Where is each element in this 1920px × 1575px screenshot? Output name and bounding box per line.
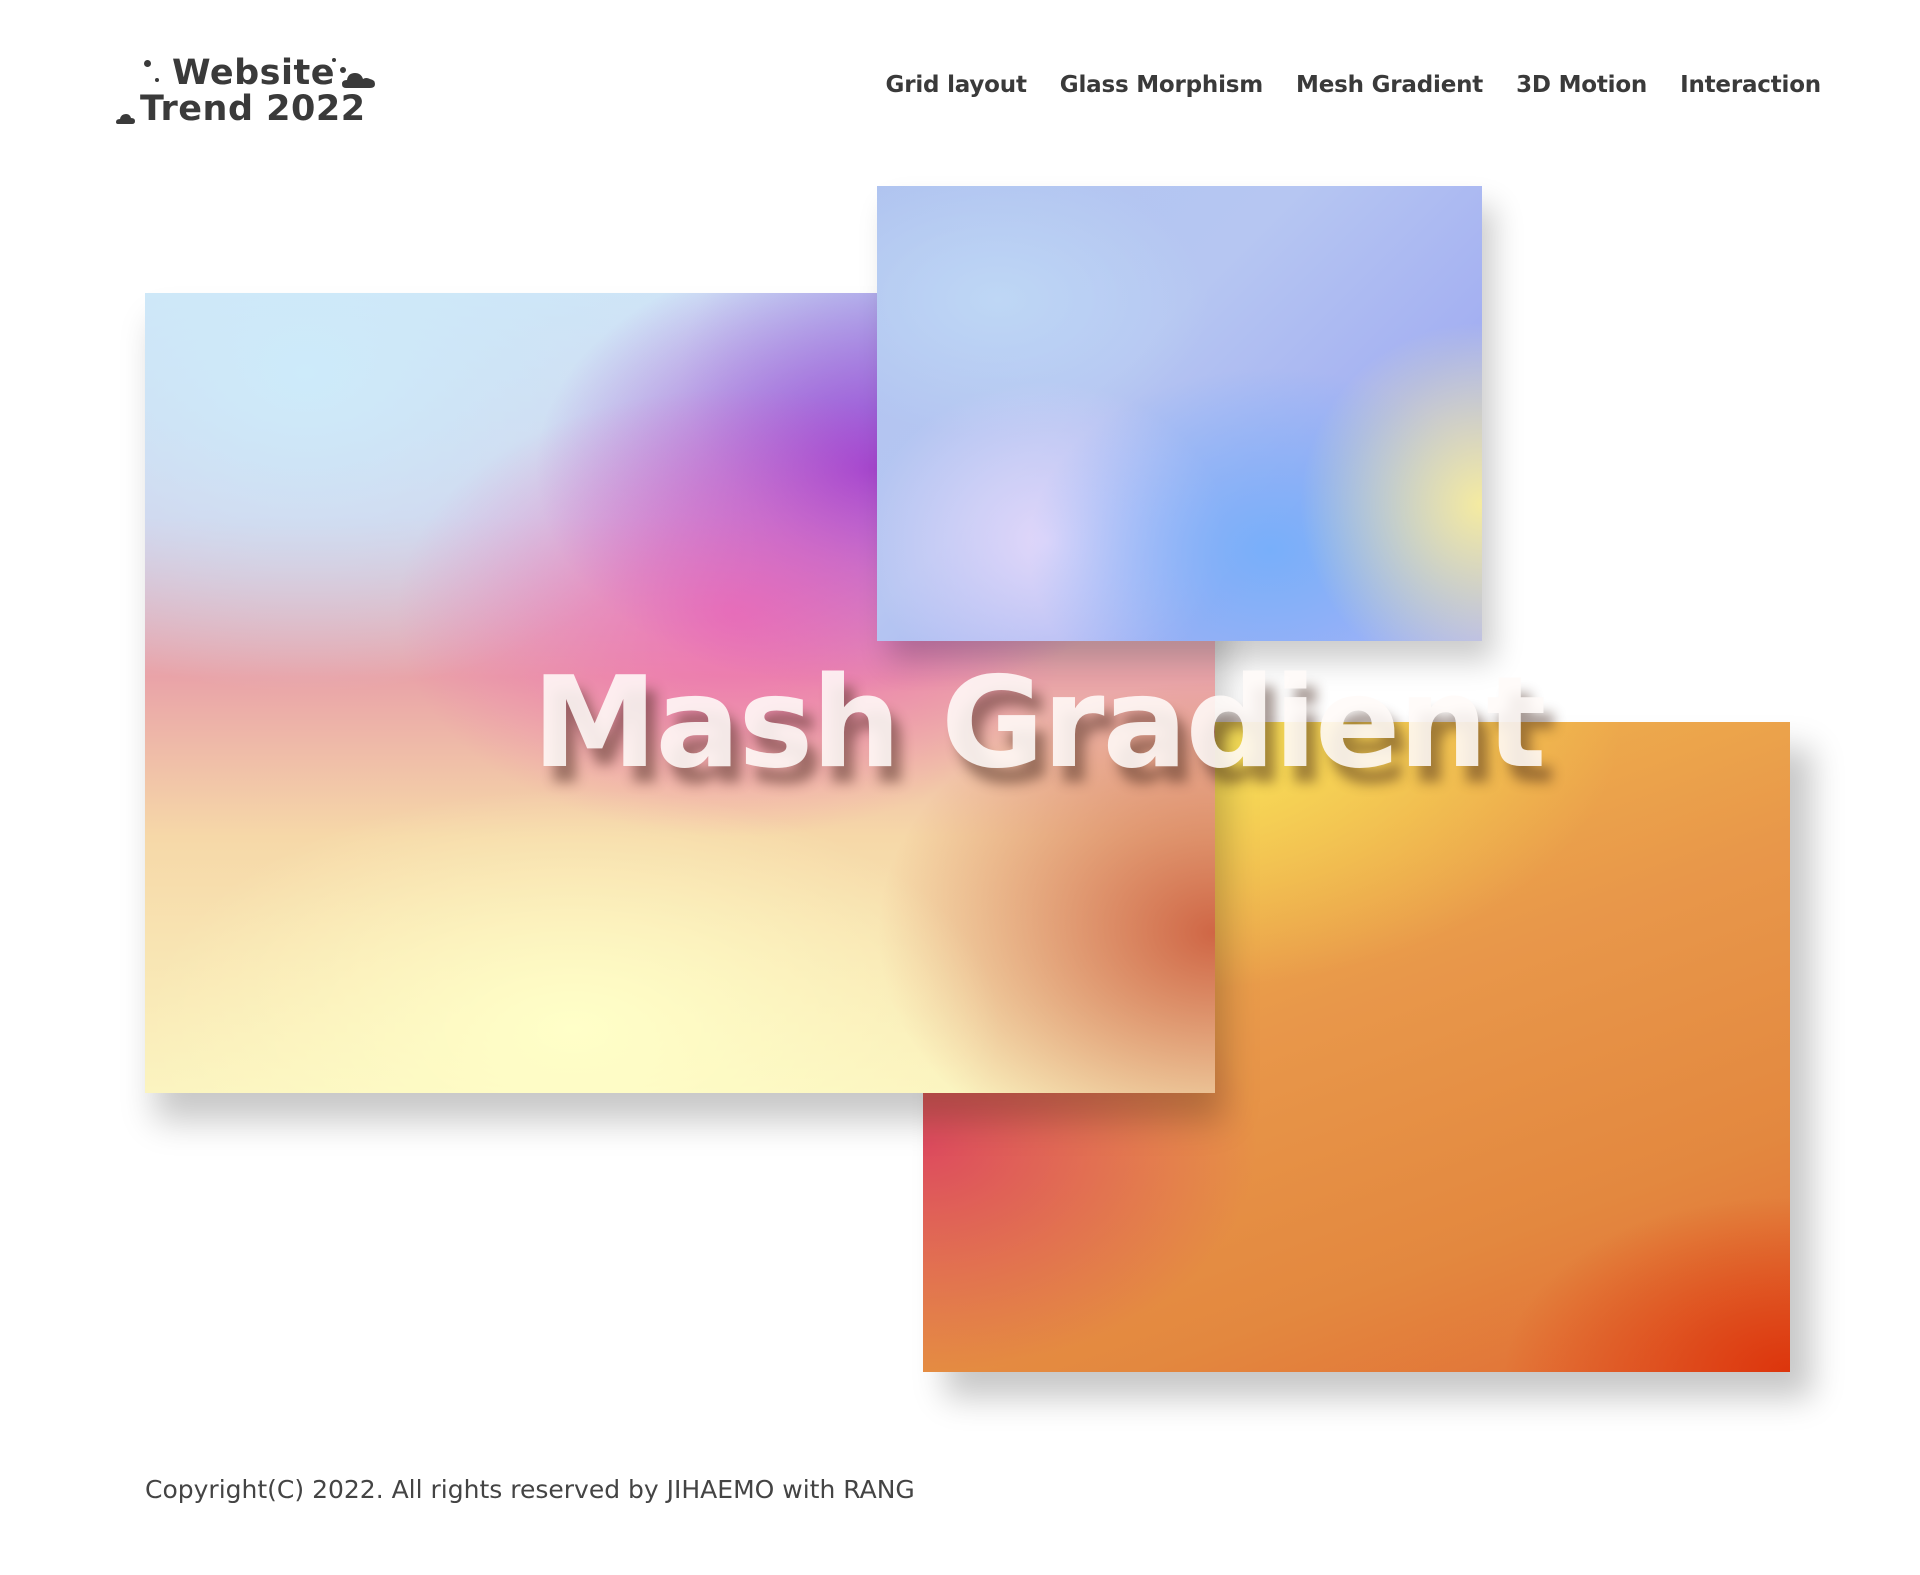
cloud-icon (116, 114, 135, 124)
site-logo[interactable]: Website Trend 2022 (116, 53, 388, 134)
nav-item-interaction[interactable]: Interaction (1680, 72, 1821, 98)
hero-title: Mash Gradient (532, 649, 1546, 796)
nav-item-3d-motion[interactable]: 3D Motion (1516, 72, 1647, 98)
footer-copyright: Copyright(C) 2022. All rights reserved b… (145, 1475, 915, 1504)
logo-line-website: Website (172, 53, 335, 93)
nav-item-grid-layout[interactable]: Grid layout (886, 72, 1027, 98)
main-nav: Grid layout Glass Morphism Mesh Gradient… (886, 72, 1822, 98)
logo-dot-icon (144, 60, 151, 67)
gradient-card-blue (877, 186, 1482, 641)
nav-item-glass-morphism[interactable]: Glass Morphism (1060, 72, 1263, 98)
cloud-icon (342, 73, 375, 88)
logo-line-trend: Trend 2022 (140, 89, 366, 129)
logo-dot-icon (155, 78, 159, 82)
nav-item-mesh-gradient[interactable]: Mesh Gradient (1296, 72, 1483, 98)
logo-dot-icon (332, 58, 336, 62)
